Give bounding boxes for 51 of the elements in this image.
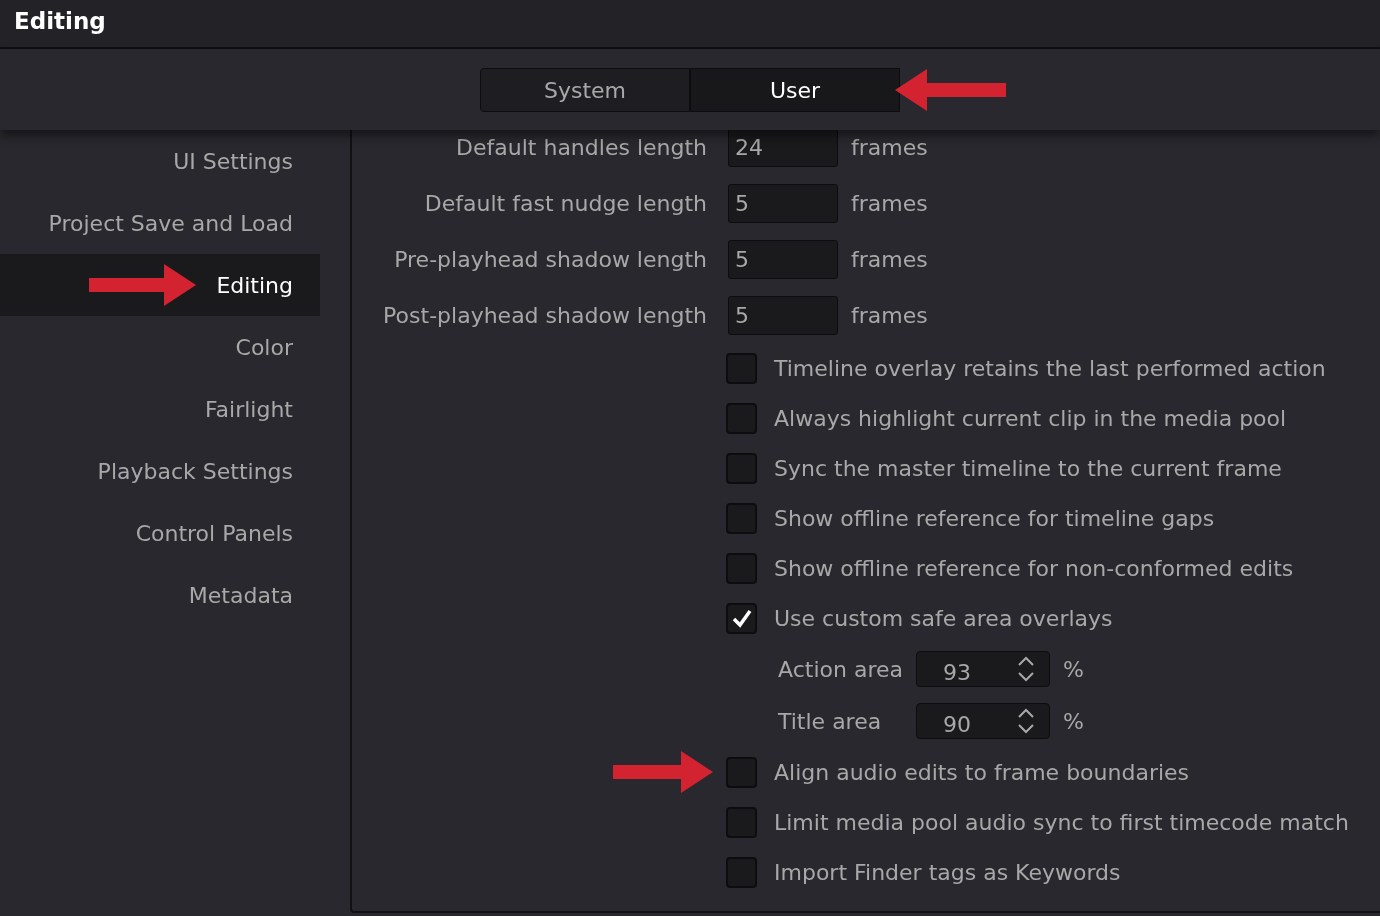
- sidebar-item-background[interactable]: Editing: [0, 254, 320, 316]
- unit-label: %: [1063, 707, 1084, 736]
- checkbox[interactable]: [726, 402, 757, 434]
- field-label: Default fast nudge length: [423, 189, 707, 218]
- tab[interactable]: User: [690, 68, 900, 112]
- number-field[interactable]: 5: [728, 239, 838, 279]
- checkbox-label: Sync the master timeline to the current frame: [774, 454, 1282, 483]
- checkbox[interactable]: [726, 452, 757, 484]
- checkbox[interactable]: [726, 502, 757, 534]
- checkbox[interactable]: [726, 352, 757, 384]
- checkbox-label: Use custom safe area overlays: [774, 604, 1113, 633]
- sidebar-item[interactable]: UI Settings: [0, 130, 320, 192]
- sidebar-item[interactable]: Fairlight: [0, 378, 320, 440]
- unit-label: frames: [851, 133, 928, 162]
- checkbox-label: Import Finder tags as Keywords: [774, 858, 1121, 887]
- field-label: Pre-playhead shadow length: [393, 245, 707, 274]
- unit-label: frames: [851, 245, 928, 274]
- number-field[interactable]: 5: [728, 183, 838, 223]
- sidebar-item[interactable]: Control Panels: [0, 502, 320, 564]
- field-label: Post-playhead shadow length: [382, 301, 707, 330]
- unit-label: frames: [851, 301, 928, 330]
- unit-label: %: [1063, 655, 1084, 684]
- field-label: Default handles length: [455, 133, 707, 162]
- checkbox-label: Show offline reference for non-conformed edits: [774, 554, 1294, 583]
- checkbox[interactable]: [726, 856, 757, 888]
- checkmark-icon: [731, 608, 752, 628]
- spin-field[interactable]: 93: [916, 651, 1050, 687]
- sidebar-item-label[interactable]: Editing: [216, 268, 293, 302]
- sidebar-item[interactable]: Color: [0, 316, 320, 378]
- checkbox-label: Show offline reference for timeline gaps: [774, 504, 1215, 533]
- unit-label: frames: [851, 189, 928, 218]
- stepper-arrows-icon[interactable]: [1017, 707, 1035, 735]
- checkbox[interactable]: [726, 806, 757, 838]
- number-field[interactable]: 24: [728, 130, 838, 167]
- checkbox[interactable]: [726, 756, 757, 788]
- field-label: Action area: [778, 655, 904, 684]
- field-label: Title area: [778, 707, 883, 736]
- tab[interactable]: System: [480, 68, 690, 112]
- checkbox-label: Align audio edits to frame boundaries: [774, 758, 1190, 787]
- window-title: Editing: [14, 8, 106, 34]
- sidebar-item[interactable]: Project Save and Load: [0, 192, 320, 254]
- checkbox-label: Always highlight current clip in the media pool: [774, 404, 1287, 433]
- checkbox-label: Timeline overlay retains the last performed action: [774, 354, 1326, 383]
- checkbox[interactable]: [726, 552, 757, 584]
- sidebar-item[interactable]: Playback Settings: [0, 440, 320, 502]
- stepper-arrows-icon[interactable]: [1017, 655, 1035, 683]
- checkbox[interactable]: [726, 602, 757, 634]
- number-field[interactable]: 5: [728, 295, 838, 335]
- checkbox-label: Limit media pool audio sync to first timecode match: [774, 808, 1349, 837]
- spin-field[interactable]: 90: [916, 703, 1050, 739]
- sidebar-item[interactable]: Metadata: [0, 564, 320, 626]
